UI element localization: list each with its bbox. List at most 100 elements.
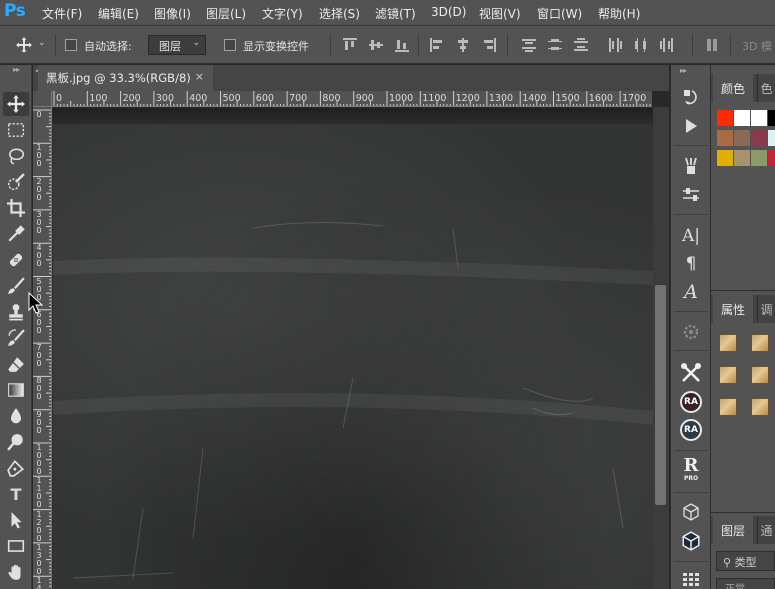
tab-swatches[interactable]: 色 (757, 74, 775, 102)
align-left-icon[interactable] (430, 38, 444, 52)
tab-layers[interactable]: 图层 (713, 516, 753, 544)
horizontal-ruler[interactable]: 0 100 200 300 400 500 600 700 800 900 1000 1100 1200… (52, 91, 652, 107)
vertical-ruler[interactable]: 01 0 02 0 03 0 04 0 05 0 06 0 07 0 08 0 … (33, 107, 52, 589)
ra-plugin-icon-2[interactable]: RA (676, 417, 706, 443)
document-tab[interactable]: 黑板.jpg @ 33.3%(RGB/8) × (38, 65, 213, 91)
color-swatch[interactable] (717, 110, 733, 126)
show-transform-checkbox[interactable] (224, 39, 236, 51)
color-swatch[interactable] (734, 110, 750, 126)
color-swatch[interactable] (734, 150, 750, 166)
menu-file[interactable]: 文件(F) (42, 5, 82, 22)
lasso-tool[interactable] (3, 144, 29, 168)
path-select-tool[interactable] (3, 508, 29, 532)
history-brush-tool[interactable] (3, 326, 29, 350)
auto-select-checkbox[interactable] (65, 39, 77, 51)
document-tab-title: 黑板.jpg @ 33.3%(RGB/8) (46, 71, 191, 85)
align-bottom-icon[interactable] (395, 38, 409, 52)
distribute-top-icon[interactable] (522, 38, 536, 52)
tab-adjustments[interactable]: 调 (757, 295, 775, 323)
menu-view[interactable]: 视图(V) (479, 5, 521, 22)
style-preset-tile[interactable] (719, 334, 737, 352)
brush-presets-icon[interactable] (676, 153, 706, 179)
healing-brush-tool[interactable] (3, 248, 29, 272)
menu-help[interactable]: 帮助(H) (598, 5, 640, 22)
menu-layer[interactable]: 图层(L) (206, 5, 246, 22)
distribute-hcenter-icon[interactable] (634, 38, 648, 52)
color-swatch[interactable] (751, 110, 767, 126)
move-tool[interactable] (3, 92, 29, 116)
menu-select[interactable]: 选择(S) (319, 5, 360, 22)
ra-plugin-icon-1[interactable]: RA (676, 389, 706, 415)
distribute-vcenter-icon[interactable] (548, 38, 562, 52)
r-pro-plugin-icon[interactable]: R PRO (680, 457, 702, 483)
quick-select-tool[interactable] (3, 170, 29, 194)
tool-preset-chevron-icon[interactable]: ⌄ (38, 38, 46, 48)
menu-edit[interactable]: 编辑(E) (98, 5, 139, 22)
paragraph-panel-icon[interactable]: ¶ (676, 251, 706, 277)
align-hcenter-icon[interactable] (456, 38, 470, 52)
grid-panel-icon[interactable] (676, 566, 706, 589)
pen-tool[interactable] (3, 456, 29, 480)
tab-properties[interactable]: 属性 (713, 295, 753, 323)
marquee-tool[interactable] (3, 118, 29, 142)
3d-cube-solid-icon[interactable] (676, 528, 706, 554)
tab-channels[interactable]: 通 (757, 516, 775, 544)
align-vcenter-icon[interactable] (369, 38, 383, 52)
brush-tool[interactable] (3, 274, 29, 298)
gradient-tool[interactable] (3, 378, 29, 402)
eraser-tool[interactable] (3, 352, 29, 376)
blackboard-image[interactable] (53, 108, 653, 589)
crop-tool[interactable] (3, 196, 29, 220)
auto-select-dropdown[interactable]: 图层 ⌄ (148, 35, 206, 55)
style-preset-tile[interactable] (719, 398, 737, 416)
dodge-tool[interactable] (3, 430, 29, 454)
distribute-left-icon[interactable] (608, 38, 622, 52)
color-swatch[interactable] (768, 150, 775, 166)
distribute-bottom-icon[interactable] (574, 38, 588, 52)
style-preset-tile[interactable] (751, 334, 769, 352)
style-preset-tile[interactable] (719, 366, 737, 384)
blur-tool[interactable] (3, 404, 29, 428)
auto-align-icon[interactable] (706, 38, 720, 52)
history-panel-icon[interactable] (676, 84, 706, 110)
ruler-label: 1600 (588, 93, 613, 104)
3d-gear-icon[interactable] (676, 319, 706, 345)
align-top-icon[interactable] (343, 38, 357, 52)
layer-filter-search[interactable]: ⚲ 类型 (716, 551, 775, 571)
color-swatch[interactable] (751, 130, 767, 146)
style-preset-tile[interactable] (751, 366, 769, 384)
menu-type[interactable]: 文字(Y) (262, 5, 303, 22)
vertical-scrollbar-thumb[interactable] (655, 285, 666, 505)
color-swatch[interactable] (768, 110, 775, 126)
tab-color[interactable]: 颜色 (713, 74, 753, 102)
color-swatch[interactable] (717, 130, 733, 146)
color-swatch[interactable] (717, 150, 733, 166)
align-right-icon[interactable] (482, 38, 496, 52)
tools-crossed-icon[interactable] (676, 360, 706, 386)
adjustments-sliders-icon[interactable] (676, 182, 706, 208)
menu-image[interactable]: 图像(I) (154, 5, 191, 22)
hand-tool[interactable] (3, 560, 29, 584)
blend-mode-dropdown[interactable]: 正常 (716, 578, 775, 589)
type-tool[interactable]: T (3, 482, 29, 506)
tools-panel-collapse-icon[interactable]: ▸▸ (0, 65, 32, 74)
3d-cube-icon[interactable] (676, 499, 706, 525)
color-swatch[interactable] (734, 130, 750, 146)
color-swatch[interactable] (751, 150, 767, 166)
style-preset-tile[interactable] (751, 398, 769, 416)
rectangle-tool[interactable] (3, 534, 29, 558)
menu-filter[interactable]: 滤镜(T) (375, 5, 416, 22)
color-swatch[interactable] (768, 130, 775, 146)
strip-collapse-icon[interactable]: ▸▸ (680, 66, 687, 75)
glyphs-panel-icon[interactable]: A (676, 279, 706, 305)
eyedropper-tool[interactable] (3, 222, 29, 246)
move-icon[interactable] (16, 37, 32, 56)
ruler-origin[interactable] (33, 91, 52, 107)
menu-3d[interactable]: 3D(D) (431, 5, 466, 19)
close-icon[interactable]: × (195, 70, 204, 83)
character-panel-icon[interactable]: A| (676, 223, 706, 249)
clone-stamp-tool[interactable] (3, 300, 29, 324)
actions-play-icon[interactable] (676, 113, 706, 139)
distribute-right-icon[interactable] (660, 38, 674, 52)
menu-window[interactable]: 窗口(W) (537, 5, 582, 22)
